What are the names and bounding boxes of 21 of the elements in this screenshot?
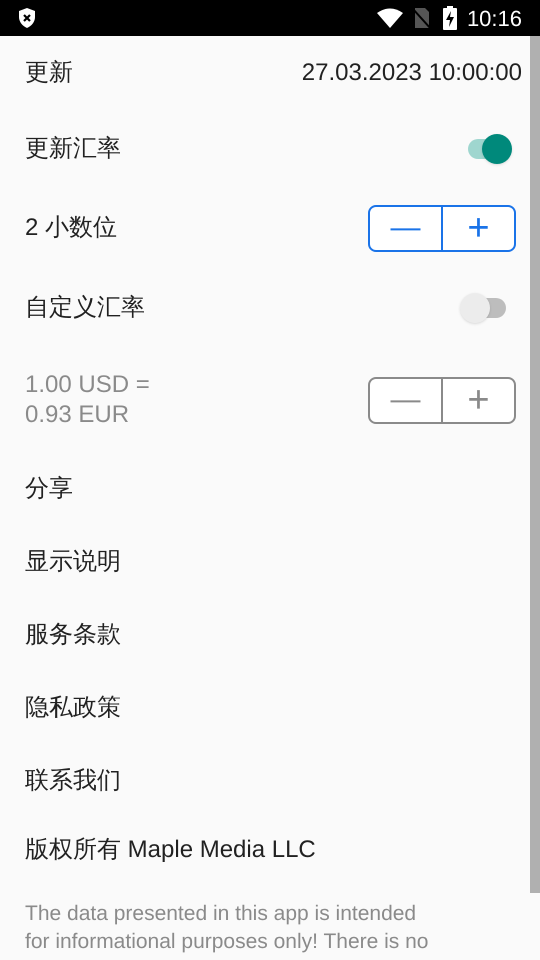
menu-link[interactable]: 服务条款 (25, 620, 121, 650)
disclaimer-text: The data presented in this app is intended (25, 901, 418, 927)
plus-button[interactable]: + (443, 206, 514, 250)
battery-charging-icon (442, 6, 457, 30)
no-sim-icon (412, 7, 431, 29)
disclaimer-text: for informational purposes only! There is no (25, 929, 430, 955)
shield-icon (18, 7, 36, 29)
status-time: 10:16 (466, 4, 522, 32)
minus-button[interactable]: — (370, 206, 443, 250)
menu-link[interactable]: 版权所有 Maple Media LLC (25, 834, 316, 864)
update-time: 27.03.2023 10:00:00 (302, 58, 522, 88)
wifi-icon (376, 8, 403, 28)
setting-label: 自定义汇率 (25, 293, 145, 323)
menu-link[interactable]: 显示说明 (25, 546, 121, 576)
setting-label: 更新汇率 (25, 134, 121, 164)
menu-link[interactable]: 联系我们 (25, 766, 121, 796)
setting-label: 2 小数位 (25, 213, 118, 243)
menu-link[interactable]: 分享 (25, 474, 73, 504)
setting-label: 更新 (25, 58, 73, 88)
menu-link[interactable]: 隐私政策 (25, 692, 121, 722)
setting-label: 1.00 USD = 0.93 EUR (25, 370, 150, 430)
